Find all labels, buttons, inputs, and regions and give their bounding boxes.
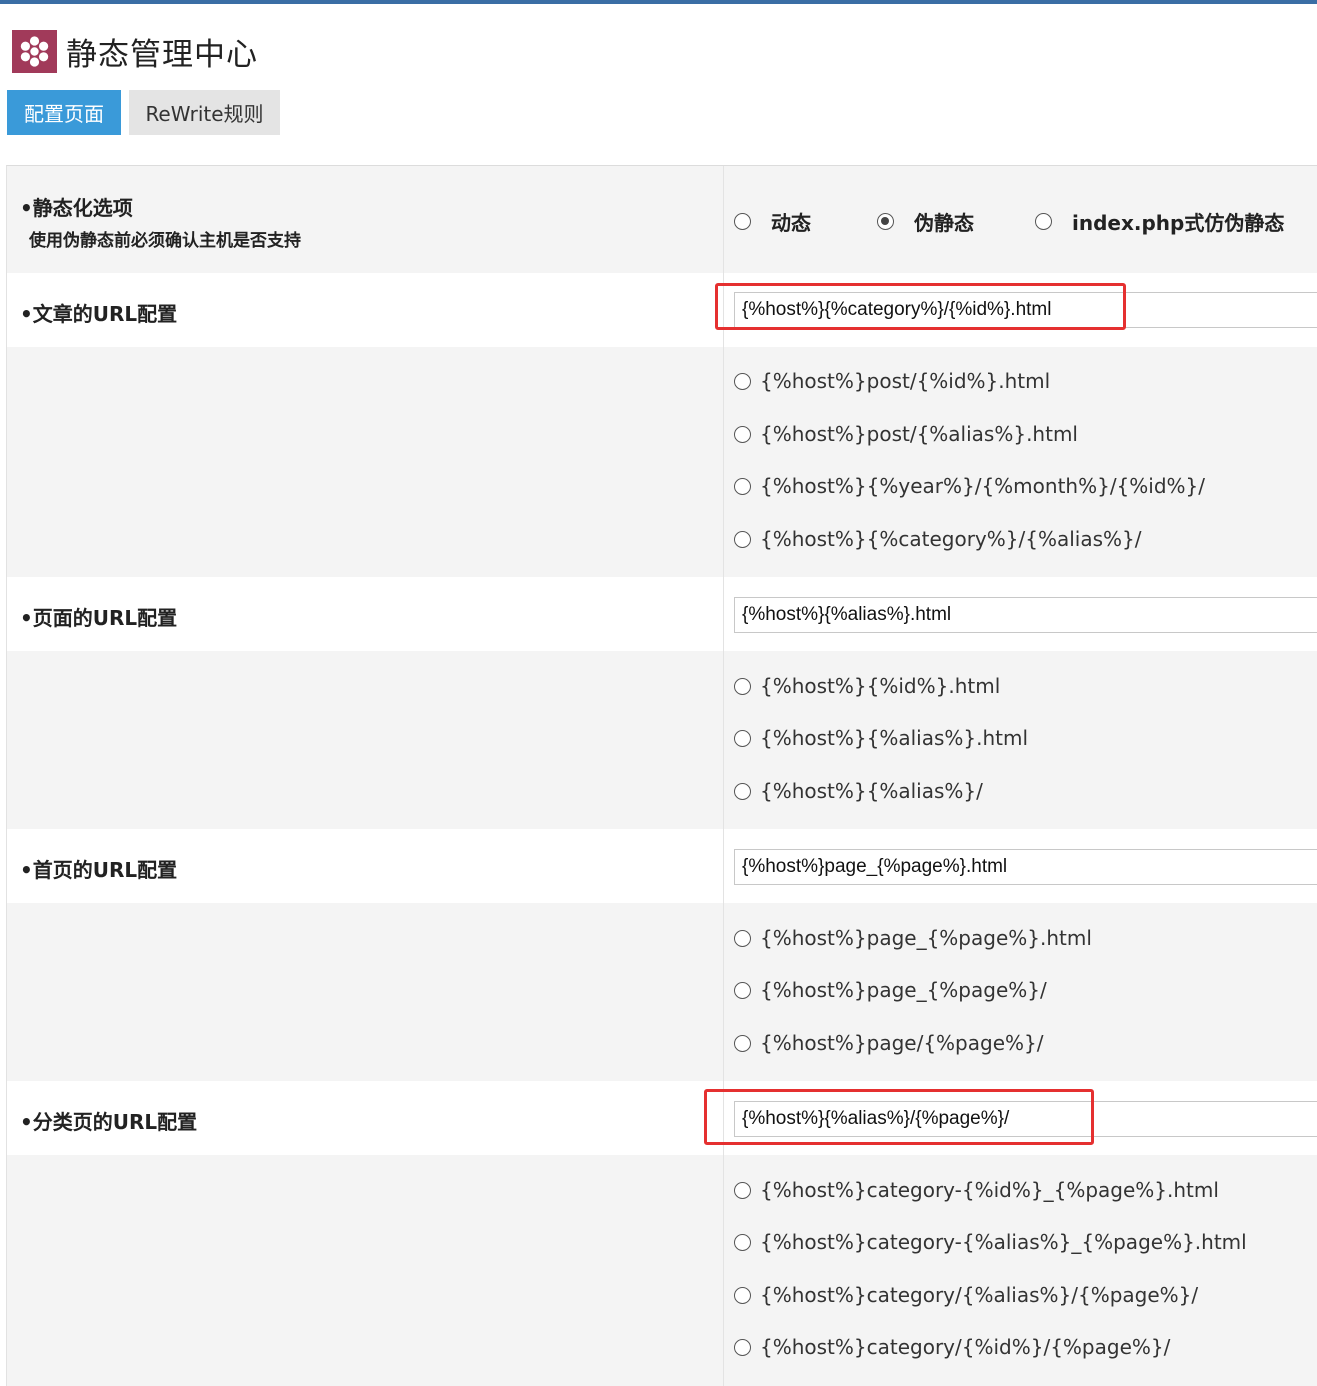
page-title: 静态管理中心: [66, 36, 258, 73]
article-url-row: •文章的URL配置: [7, 273, 1317, 347]
column-divider: [723, 166, 724, 1386]
page-url-options: {%host%}{%id%}.html {%host%}{%alias%}.ht…: [7, 651, 1317, 829]
category-url-option[interactable]: {%host%}category-{%alias%}_{%page%}.html: [734, 1230, 1247, 1254]
radio-index-option[interactable]: [734, 1034, 751, 1052]
category-url-label: •分类页的URL配置: [20, 1110, 198, 1134]
option-text: {%host%}category-{%id%}_{%page%}.html: [760, 1178, 1219, 1202]
flower-icon: [12, 29, 57, 73]
index-url-options: {%host%}page_{%page%}.html {%host%}page_…: [7, 903, 1317, 1081]
article-url-option[interactable]: {%host%}{%category%}/{%alias%}/: [734, 527, 1141, 551]
article-url-option[interactable]: {%host%}post/{%alias%}.html: [734, 422, 1078, 446]
radio-index-option[interactable]: [734, 981, 751, 999]
category-url-options: {%host%}category-{%id%}_{%page%}.html {%…: [7, 1155, 1317, 1386]
page-url-option[interactable]: {%host%}{%id%}.html: [734, 674, 1000, 698]
option-text: {%host%}{%category%}/{%alias%}/: [760, 527, 1142, 551]
option-text: {%host%}post/{%id%}.html: [760, 369, 1051, 393]
tab-bar: 配置页面 ReWrite规则: [7, 90, 288, 135]
radio-category-option[interactable]: [734, 1181, 751, 1199]
radio-index-option[interactable]: [734, 929, 751, 947]
option-text: {%host%}page/{%page%}/: [760, 1031, 1044, 1055]
article-url-label: •文章的URL配置: [20, 302, 178, 326]
page-url-option[interactable]: {%host%}{%alias%}.html: [734, 726, 1028, 750]
radio-pseudo-static[interactable]: [877, 213, 894, 230]
article-url-option[interactable]: {%host%}{%year%}/{%month%}/{%id%}/: [734, 474, 1205, 498]
radio-dynamic[interactable]: [734, 213, 751, 230]
radio-category-option[interactable]: [734, 1233, 751, 1251]
radio-page-option[interactable]: [734, 677, 751, 695]
option-text: {%host%}{%year%}/{%month%}/{%id%}/: [760, 474, 1205, 498]
option-text: {%host%}page_{%page%}/: [760, 978, 1047, 1002]
static-mode-hint: 使用伪静态前必须确认主机是否支持: [29, 231, 301, 251]
article-url-input[interactable]: [734, 292, 1317, 328]
option-text: {%host%}post/{%alias%}.html: [760, 422, 1078, 446]
mode-option-label: 动态: [771, 211, 811, 235]
radio-category-option[interactable]: [734, 1338, 751, 1356]
option-text: {%host%}category-{%alias%}_{%page%}.html: [760, 1230, 1247, 1254]
radio-category-option[interactable]: [734, 1286, 751, 1304]
radio-article-option[interactable]: [734, 372, 751, 390]
category-url-option[interactable]: {%host%}category/{%id%}/{%page%}/: [734, 1335, 1170, 1359]
mode-option-label: 伪静态: [914, 211, 974, 235]
tab-config-page[interactable]: 配置页面: [7, 90, 121, 135]
index-url-option[interactable]: {%host%}page_{%page%}/: [734, 978, 1047, 1002]
index-url-option[interactable]: {%host%}page_{%page%}.html: [734, 926, 1092, 950]
index-url-option[interactable]: {%host%}page/{%page%}/: [734, 1031, 1043, 1055]
page-url-option[interactable]: {%host%}{%alias%}/: [734, 779, 983, 803]
tab-rewrite-rules[interactable]: ReWrite规则: [129, 90, 280, 135]
index-url-label: •首页的URL配置: [20, 858, 178, 882]
radio-article-option[interactable]: [734, 425, 751, 443]
page-url-input[interactable]: [734, 597, 1317, 633]
radio-article-option[interactable]: [734, 477, 751, 495]
option-text: {%host%}category/{%id%}/{%page%}/: [760, 1335, 1171, 1359]
app-header: 静态管理中心: [12, 29, 258, 73]
radio-article-option[interactable]: [734, 530, 751, 548]
mode-option-label: index.php式仿伪静态: [1072, 211, 1285, 235]
index-url-row: •首页的URL配置: [7, 829, 1317, 903]
index-url-input[interactable]: [734, 849, 1317, 885]
article-url-options: {%host%}post/{%id%}.html {%host%}post/{%…: [7, 347, 1317, 577]
category-url-row: •分类页的URL配置: [7, 1081, 1317, 1155]
category-url-option[interactable]: {%host%}category/{%alias%}/{%page%}/: [734, 1283, 1198, 1307]
settings-panel: •静态化选项 使用伪静态前必须确认主机是否支持 动态 伪静态 index.php…: [6, 165, 1317, 1386]
category-url-option[interactable]: {%host%}category-{%id%}_{%page%}.html: [734, 1178, 1219, 1202]
radio-page-option[interactable]: [734, 729, 751, 747]
page-url-label: •页面的URL配置: [20, 606, 178, 630]
article-url-option[interactable]: {%host%}post/{%id%}.html: [734, 369, 1050, 393]
mode-option-dynamic[interactable]: 动态: [734, 207, 811, 236]
option-text: {%host%}page_{%page%}.html: [760, 926, 1092, 950]
top-accent-bar: [0, 0, 1317, 4]
radio-page-option[interactable]: [734, 782, 751, 800]
category-url-input[interactable]: [734, 1101, 1317, 1137]
mode-option-pseudo-static[interactable]: 伪静态: [877, 207, 974, 236]
option-text: {%host%}category/{%alias%}/{%page%}/: [760, 1283, 1199, 1307]
mode-option-index-php[interactable]: index.php式仿伪静态: [1035, 207, 1284, 236]
page-url-row: •页面的URL配置: [7, 577, 1317, 651]
option-text: {%host%}{%id%}.html: [760, 674, 1001, 698]
option-text: {%host%}{%alias%}.html: [760, 726, 1029, 750]
radio-index-php[interactable]: [1035, 213, 1052, 230]
static-mode-row: •静态化选项 使用伪静态前必须确认主机是否支持 动态 伪静态 index.php…: [7, 166, 1317, 273]
static-mode-label: •静态化选项: [20, 196, 133, 220]
option-text: {%host%}{%alias%}/: [760, 779, 983, 803]
